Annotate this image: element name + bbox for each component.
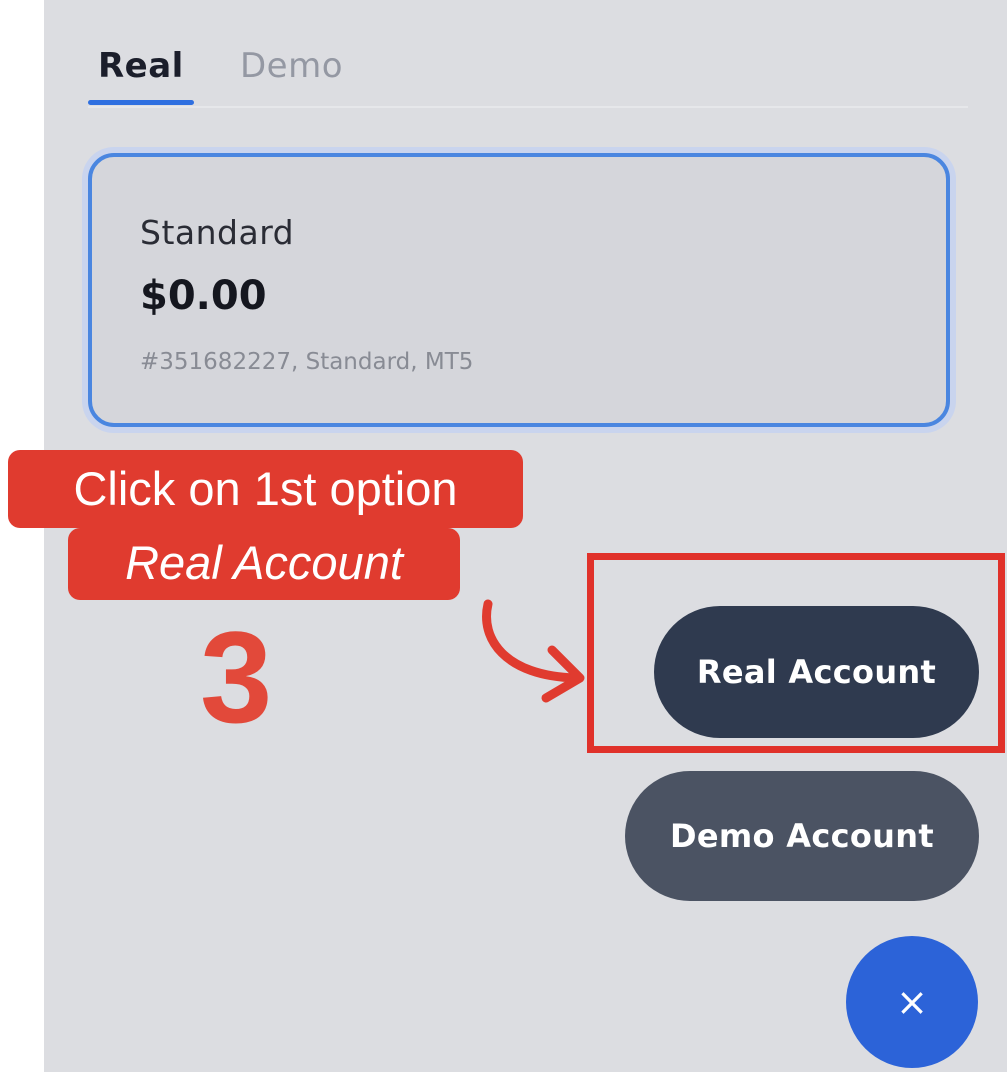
tab-real[interactable]: Real — [98, 46, 184, 86]
active-tab-indicator — [88, 100, 194, 105]
demo-account-button[interactable]: Demo Account — [625, 771, 979, 901]
real-account-button[interactable]: Real Account — [654, 606, 979, 738]
annotation-arrow-icon — [482, 599, 585, 703]
annotation-callout-line-2: Real Account — [68, 528, 460, 600]
close-fab-button[interactable]: × — [846, 936, 978, 1068]
tab-demo[interactable]: Demo — [240, 46, 343, 86]
account-meta: #351682227, Standard, MT5 — [140, 349, 474, 375]
close-icon: × — [896, 980, 928, 1024]
account-balance: $0.00 — [140, 273, 267, 319]
account-card[interactable]: Standard $0.00 #351682227, Standard, MT5 — [88, 153, 950, 427]
account-type: Standard — [140, 213, 295, 252]
account-tabs: Real Demo — [88, 40, 968, 108]
step-number: 3 — [200, 604, 273, 750]
annotation-callout-line-1: Click on 1st option — [8, 450, 523, 528]
